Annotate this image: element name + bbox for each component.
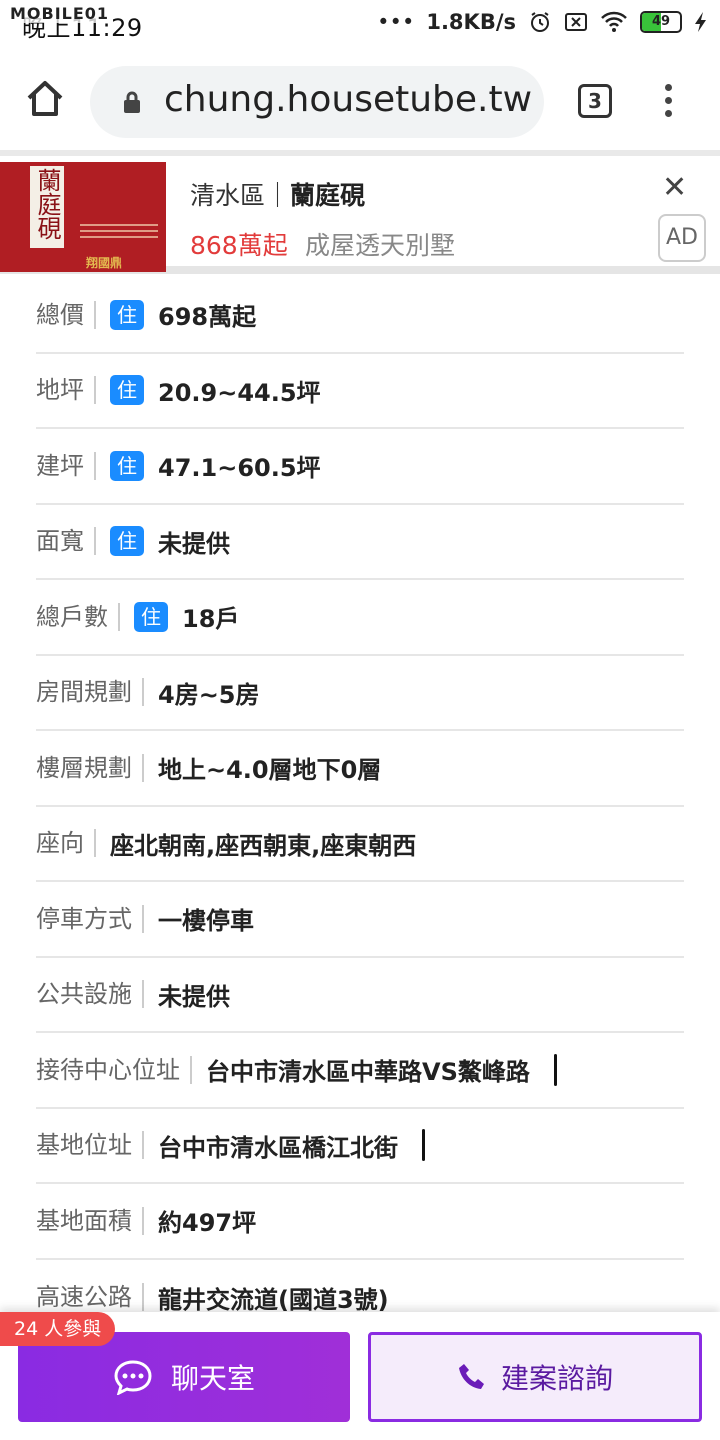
detail-row: 地坪住 20.9~44.5坪 [36,354,684,429]
detail-label: 建坪 [36,451,96,480]
ad-project-name: 蘭庭硯 [290,181,366,210]
inquiry-label: 建案諮詢 [500,1362,613,1395]
residential-tag: 住 [110,450,144,481]
detail-label: 接待中心位址 [36,1055,192,1084]
detail-row: 接待中心位址 台中市清水區中華路VS鰲峰路 [36,1033,684,1109]
residential-tag: 住 [110,375,144,406]
detail-label: 樓層規劃 [36,753,144,782]
overflow-menu-icon[interactable] [660,84,676,122]
ad-thumbnail-text-lines [80,224,158,250]
detail-value: 20.9~44.5坪 [158,378,321,407]
detail-value: 座北朝南,座西朝東,座東朝西 [110,831,417,860]
ad-type: 成屋透天別墅 [305,231,456,260]
detail-label: 總戶數 [36,602,120,631]
status-bar: 晚上11:29 MOBILE01 ••• 1.8KB/s 49 [0,0,720,50]
ad-thumbnail-brand: 翔國鼎 [86,256,123,270]
chatroom-label: 聊天室 [170,1362,255,1395]
battery-percent: 49 [651,14,671,29]
bottom-action-bar: 24 人參與 聊天室 建案諮詢 [0,1312,720,1440]
detail-label: 基地位址 [36,1131,144,1160]
lock-icon [124,91,140,113]
close-icon[interactable]: ✕ [662,170,687,205]
detail-value: 台中市清水區中華路VS鰲峰路 [206,1058,530,1087]
project-details-list: 總價住 698萬起 地坪住 20.9~44.5坪 建坪住 47.1~60.5坪 面寬住未提供… [36,278,684,1335]
detail-row: 總戶數住 18戶 [36,580,684,656]
home-icon[interactable] [24,78,66,120]
battery-icon: 49 [640,11,682,33]
detail-value: 47.1~60.5坪 [158,454,321,483]
detail-value: 龍井交流道(國道3號) [158,1285,389,1314]
alarm-icon [531,12,549,32]
detail-row: 房間規劃 4房~5房 [36,656,684,731]
detail-row: 樓層規劃 地上~4.0層地下0層 [36,731,684,807]
detail-row: 基地面積 約497坪 [36,1184,684,1260]
detail-value: 4房~5房 [158,680,260,709]
chat-bubble-icon [114,1360,152,1395]
detail-row: 座向 座北朝南,座西朝東,座東朝西 [36,807,684,882]
detail-label: 高速公路 [36,1283,144,1312]
detail-row: 基地位址 台中市清水區橋江北街 [36,1109,684,1184]
residential-tag: 住 [110,526,144,557]
detail-label: 停車方式 [36,904,144,933]
detail-label: 基地面積 [36,1206,144,1235]
cursor-marker [422,1129,425,1162]
more-notifications-icon: ••• [377,10,415,34]
ad-district: 清水區 [190,181,266,210]
tab-switcher-button[interactable]: 3 [578,84,612,118]
residential-tag: 住 [134,601,168,632]
ad-price: 868萬起 [190,231,288,260]
detail-value: 一樓停車 [158,907,254,936]
watermark-logo: MOBILE01 [8,4,112,23]
detail-value: 台中市清水區橋江北街 [158,1133,398,1162]
phone-icon [458,1364,484,1389]
residential-tag: 住 [110,299,144,330]
status-icons: ••• 1.8KB/s 49 [377,10,708,34]
address-bar[interactable]: chung.housetube.tw [90,66,544,138]
detail-value: 約497坪 [158,1209,257,1238]
detail-row: 面寬住未提供 [36,505,684,580]
url-text: chung.housetube.tw [164,79,533,120]
detail-value: 698萬起 [158,303,257,332]
detail-row: 停車方式 一樓停車 [36,882,684,958]
ad-title[interactable]: 清水區｜蘭庭硯 [190,176,365,212]
ad-thumbnail-title-text: 蘭庭硯 [33,168,61,240]
sim-icon [565,13,587,31]
detail-label: 房間規劃 [36,678,144,707]
ad-thumbnail-title: 蘭庭硯 [30,166,64,248]
detail-label: 座向 [36,829,96,858]
inquiry-button[interactable]: 建案諮詢 [368,1332,702,1422]
detail-row: 總價住 698萬起 [36,278,684,354]
detail-value: 未提供 [158,529,230,558]
charging-icon [695,12,706,32]
detail-label: 總價 [36,300,96,329]
participants-badge: 24 人參與 [0,1312,116,1346]
ad-banner[interactable]: 蘭庭硯 翔國鼎 清水區｜蘭庭硯 868萬起 成屋透天別墅 ✕ AD [0,162,720,274]
cursor-marker [553,1053,557,1086]
ad-thumbnail[interactable]: 蘭庭硯 翔國鼎 [0,162,166,272]
detail-value: 未提供 [158,982,230,1011]
detail-value: 18戶 [182,605,240,634]
detail-row: 建坪住 47.1~60.5坪 [36,429,684,505]
detail-label: 地坪 [36,376,96,405]
detail-label: 公共設施 [36,980,144,1009]
network-speed: 1.8KB/s [426,10,516,34]
wifi-icon [601,11,627,32]
detail-value: 地上~4.0層地下0層 [158,756,382,785]
detail-row: 公共設施 未提供 [36,958,684,1033]
ad-badge: AD [658,214,706,262]
browser-toolbar: chung.housetube.tw 3 [0,50,720,156]
ad-separator: ｜ [265,181,291,210]
detail-label: 面寬 [36,527,96,556]
